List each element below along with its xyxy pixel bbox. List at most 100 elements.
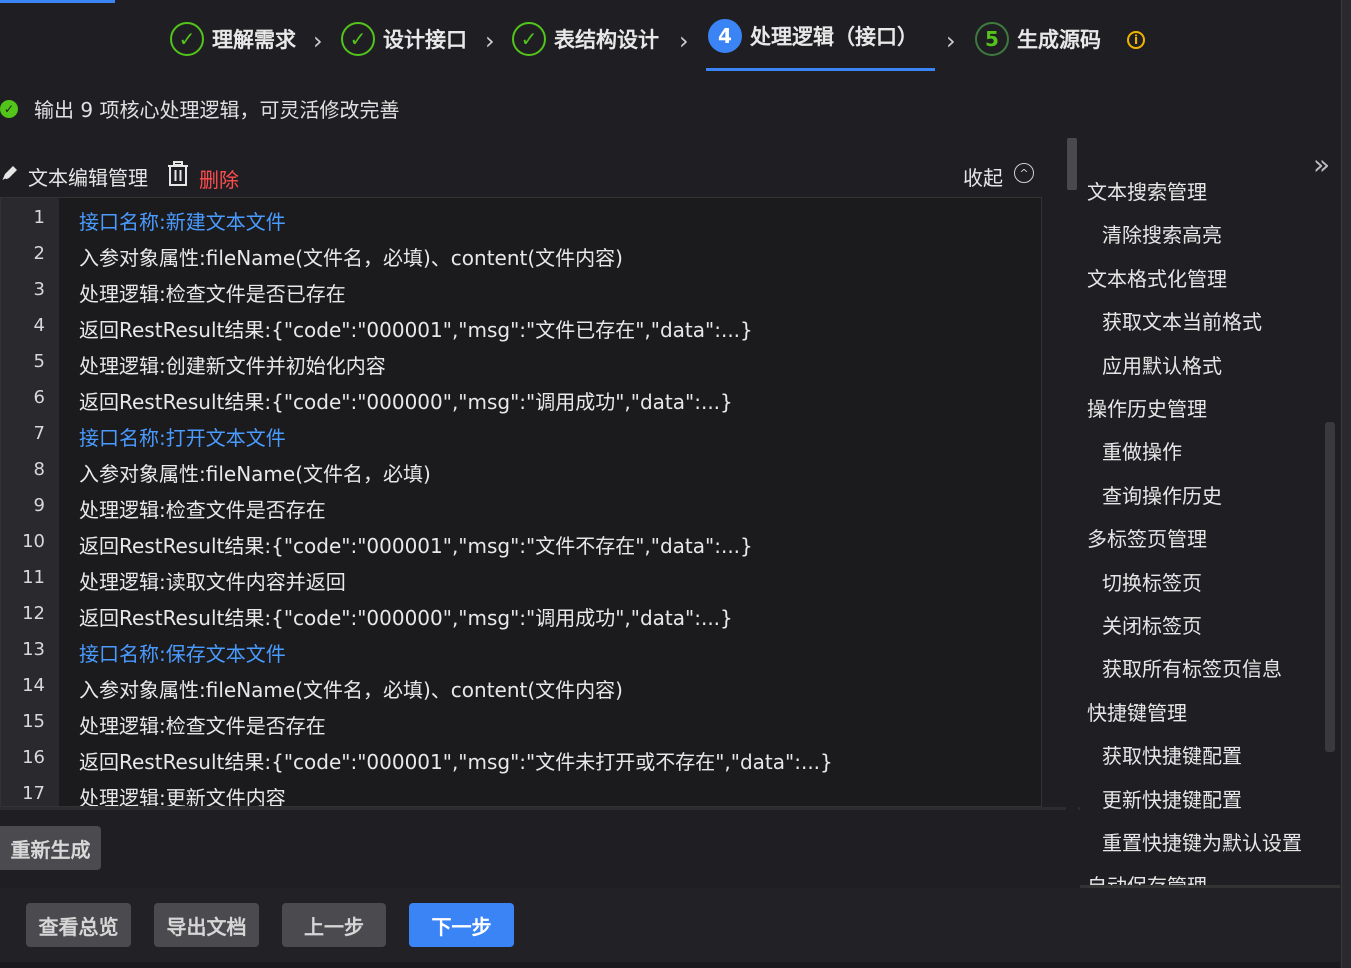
code-line-text: 返回RestResult结果:{"code":"000000","msg":"调… bbox=[79, 390, 733, 414]
code-editor[interactable]: 1 接口名称:新建文本文件 2 入参对象属性:fileName(文件名，必填)、con… bbox=[0, 197, 1042, 807]
outline-panel: 文本搜索管理清除搜索高亮文本格式化管理获取文本当前格式 应用默认格式操作历史管理重… bbox=[1082, 168, 1322, 886]
outline-scrollbar-thumb[interactable] bbox=[1067, 138, 1077, 190]
info-icon[interactable]: i bbox=[1127, 31, 1145, 49]
outline-group-item[interactable]: 多标签页管理 bbox=[1087, 523, 1207, 552]
line-number: 4 bbox=[33, 315, 45, 336]
page-scrollbar[interactable] bbox=[1341, 0, 1351, 968]
line-number: 17 bbox=[22, 783, 45, 804]
line-number: 2 bbox=[33, 243, 45, 264]
interface-name-line: 接口名称:保存文本文件 bbox=[79, 642, 286, 666]
export-doc-button[interactable]: 导出文档 bbox=[154, 903, 259, 947]
step-label: 处理逻辑（接口） bbox=[750, 25, 918, 49]
code-line[interactable]: 15 处理逻辑:检查文件是否存在 bbox=[1, 705, 1041, 741]
line-number: 13 bbox=[22, 639, 45, 660]
code-line[interactable]: 17 处理逻辑:更新文件内容 bbox=[1, 777, 1041, 807]
check-circle-icon: ✓ bbox=[341, 22, 375, 56]
step-1[interactable]: ✓ 理解需求 bbox=[170, 20, 296, 58]
check-circle-icon: ✓ bbox=[170, 22, 204, 56]
line-number: 15 bbox=[22, 711, 45, 732]
outline-child-item[interactable]: 查询操作历史 bbox=[1102, 480, 1222, 509]
line-number: 9 bbox=[33, 495, 45, 516]
step-3[interactable]: ✓ 表结构设计 bbox=[512, 20, 659, 58]
code-line[interactable]: 3 处理逻辑:检查文件是否已存在 bbox=[1, 273, 1041, 309]
outline-child-item[interactable]: 重置快捷键为默认设置 bbox=[1102, 827, 1302, 856]
code-line[interactable]: 7 接口名称:打开文本文件 bbox=[1, 417, 1041, 453]
code-line-text: 返回RestResult结果:{"code":"000001","msg":"文… bbox=[79, 318, 753, 342]
code-line[interactable]: 4 返回RestResult结果:{"code":"000001","msg":"… bbox=[1, 309, 1041, 345]
step-label: 理解需求 bbox=[212, 28, 296, 52]
outline-child-item[interactable]: 清除搜索高亮 bbox=[1102, 219, 1222, 248]
code-line-text: 处理逻辑:创建新文件并初始化内容 bbox=[79, 354, 386, 378]
chevron-up-circle-icon[interactable]: ^ bbox=[1014, 163, 1034, 183]
regenerate-button[interactable]: 重新生成 bbox=[0, 826, 101, 870]
line-number: 11 bbox=[22, 567, 45, 588]
line-number: 14 bbox=[22, 675, 45, 696]
code-line[interactable]: 1 接口名称:新建文本文件 bbox=[1, 201, 1041, 237]
step-number-badge: 5 bbox=[975, 22, 1009, 56]
bottom-edge bbox=[0, 962, 1340, 968]
interface-name-line: 接口名称:新建文本文件 bbox=[79, 210, 286, 234]
outline-vertical-scrollbar[interactable] bbox=[1325, 422, 1335, 752]
code-line-text: 处理逻辑:更新文件内容 bbox=[79, 786, 286, 807]
line-number: 1 bbox=[33, 207, 45, 228]
step-label: 设计接口 bbox=[383, 28, 467, 52]
line-number: 12 bbox=[22, 603, 45, 624]
delete-button[interactable]: 删除 bbox=[199, 164, 239, 193]
code-line[interactable]: 9 处理逻辑:检查文件是否存在 bbox=[1, 489, 1041, 525]
outline-child-item[interactable]: 重做操作 bbox=[1102, 436, 1182, 465]
chevron-right-icon: › bbox=[485, 27, 495, 55]
code-line[interactable]: 5 处理逻辑:创建新文件并初始化内容 bbox=[1, 345, 1041, 381]
check-circle-icon: ✓ bbox=[512, 22, 546, 56]
code-line[interactable]: 16 返回RestResult结果:{"code":"000001","msg":… bbox=[1, 741, 1041, 777]
code-line-text: 处理逻辑:检查文件是否已存在 bbox=[79, 282, 346, 306]
status-message: 输出 9 项核心处理逻辑，可灵活修改完善 bbox=[34, 98, 400, 122]
check-circle-icon: ✓ bbox=[0, 99, 18, 118]
line-number: 5 bbox=[33, 351, 45, 372]
outline-group-item[interactable]: 操作历史管理 bbox=[1087, 393, 1207, 422]
code-line-text: 入参对象属性:fileName(文件名，必填) bbox=[79, 462, 431, 486]
code-line[interactable]: 2 入参对象属性:fileName(文件名，必填)、content(文件内容) bbox=[1, 237, 1041, 273]
code-line[interactable]: 11 处理逻辑:读取文件内容并返回 bbox=[1, 561, 1041, 597]
code-line[interactable]: 12 返回RestResult结果:{"code":"000000","msg":… bbox=[1, 597, 1041, 633]
line-number: 8 bbox=[33, 459, 45, 480]
editor-horizontal-scrollbar[interactable] bbox=[0, 807, 1080, 810]
code-line[interactable]: 6 返回RestResult结果:{"code":"000000","msg":"… bbox=[1, 381, 1041, 417]
line-number: 3 bbox=[33, 279, 45, 300]
outline-child-item[interactable]: 更新快捷键配置 bbox=[1102, 784, 1242, 813]
outline-child-item[interactable]: 获取文本当前格式 bbox=[1102, 306, 1262, 335]
outline-child-item[interactable]: 关闭标签页 bbox=[1102, 610, 1202, 639]
step-4-active[interactable]: 4 处理逻辑（接口） bbox=[708, 17, 918, 55]
step-progress: ✓ 理解需求 › ✓ 设计接口 › ✓ 表结构设计 › 4 处理逻辑（接口） ›… bbox=[0, 0, 1340, 74]
step-number-badge: 4 bbox=[708, 19, 742, 53]
chevron-right-icon: › bbox=[313, 27, 323, 55]
step-label: 表结构设计 bbox=[554, 28, 659, 52]
outline-group-item[interactable]: 自动保存管理 bbox=[1087, 870, 1207, 886]
collapse-button[interactable]: 收起 bbox=[963, 162, 1003, 191]
status-line: ✓ 输出 9 项核心处理逻辑，可灵活修改完善 bbox=[0, 94, 399, 123]
line-number: 10 bbox=[22, 531, 45, 552]
line-number: 6 bbox=[33, 387, 45, 408]
code-line[interactable]: 10 返回RestResult结果:{"code":"000001","msg":… bbox=[1, 525, 1041, 561]
step-5[interactable]: 5 生成源码 bbox=[975, 20, 1101, 58]
editor-toolbar: 文本编辑管理 删除 收起 ^ bbox=[0, 156, 1040, 194]
code-line-text: 返回RestResult结果:{"code":"000001","msg":"文… bbox=[79, 534, 753, 558]
code-line[interactable]: 8 入参对象属性:fileName(文件名，必填) bbox=[1, 453, 1041, 489]
outline-group-item[interactable]: 快捷键管理 bbox=[1087, 697, 1187, 726]
next-step-button[interactable]: 下一步 bbox=[409, 903, 514, 947]
editor-title: 文本编辑管理 bbox=[28, 166, 148, 190]
outline-child-item[interactable]: 应用默认格式 bbox=[1102, 350, 1222, 379]
trash-icon[interactable] bbox=[166, 161, 190, 187]
step-2[interactable]: ✓ 设计接口 bbox=[341, 20, 467, 58]
outline-child-item[interactable]: 获取所有标签页信息 bbox=[1102, 653, 1282, 682]
outline-group-item[interactable]: 文本搜索管理 bbox=[1087, 176, 1207, 205]
active-step-underline bbox=[706, 68, 935, 71]
outline-child-item[interactable]: 切换标签页 bbox=[1102, 567, 1202, 596]
code-line[interactable]: 14 入参对象属性:fileName(文件名，必填)、content(文件内容) bbox=[1, 669, 1041, 705]
prev-step-button[interactable]: 上一步 bbox=[282, 903, 386, 947]
outline-group-item[interactable]: 文本格式化管理 bbox=[1087, 263, 1227, 292]
code-line[interactable]: 13 接口名称:保存文本文件 bbox=[1, 633, 1041, 669]
outline-child-item[interactable]: 获取快捷键配置 bbox=[1102, 740, 1242, 769]
double-chevron-right-icon[interactable]: » bbox=[1313, 148, 1330, 181]
code-line-text: 处理逻辑:检查文件是否存在 bbox=[79, 498, 326, 522]
overview-button[interactable]: 查看总览 bbox=[26, 903, 131, 947]
